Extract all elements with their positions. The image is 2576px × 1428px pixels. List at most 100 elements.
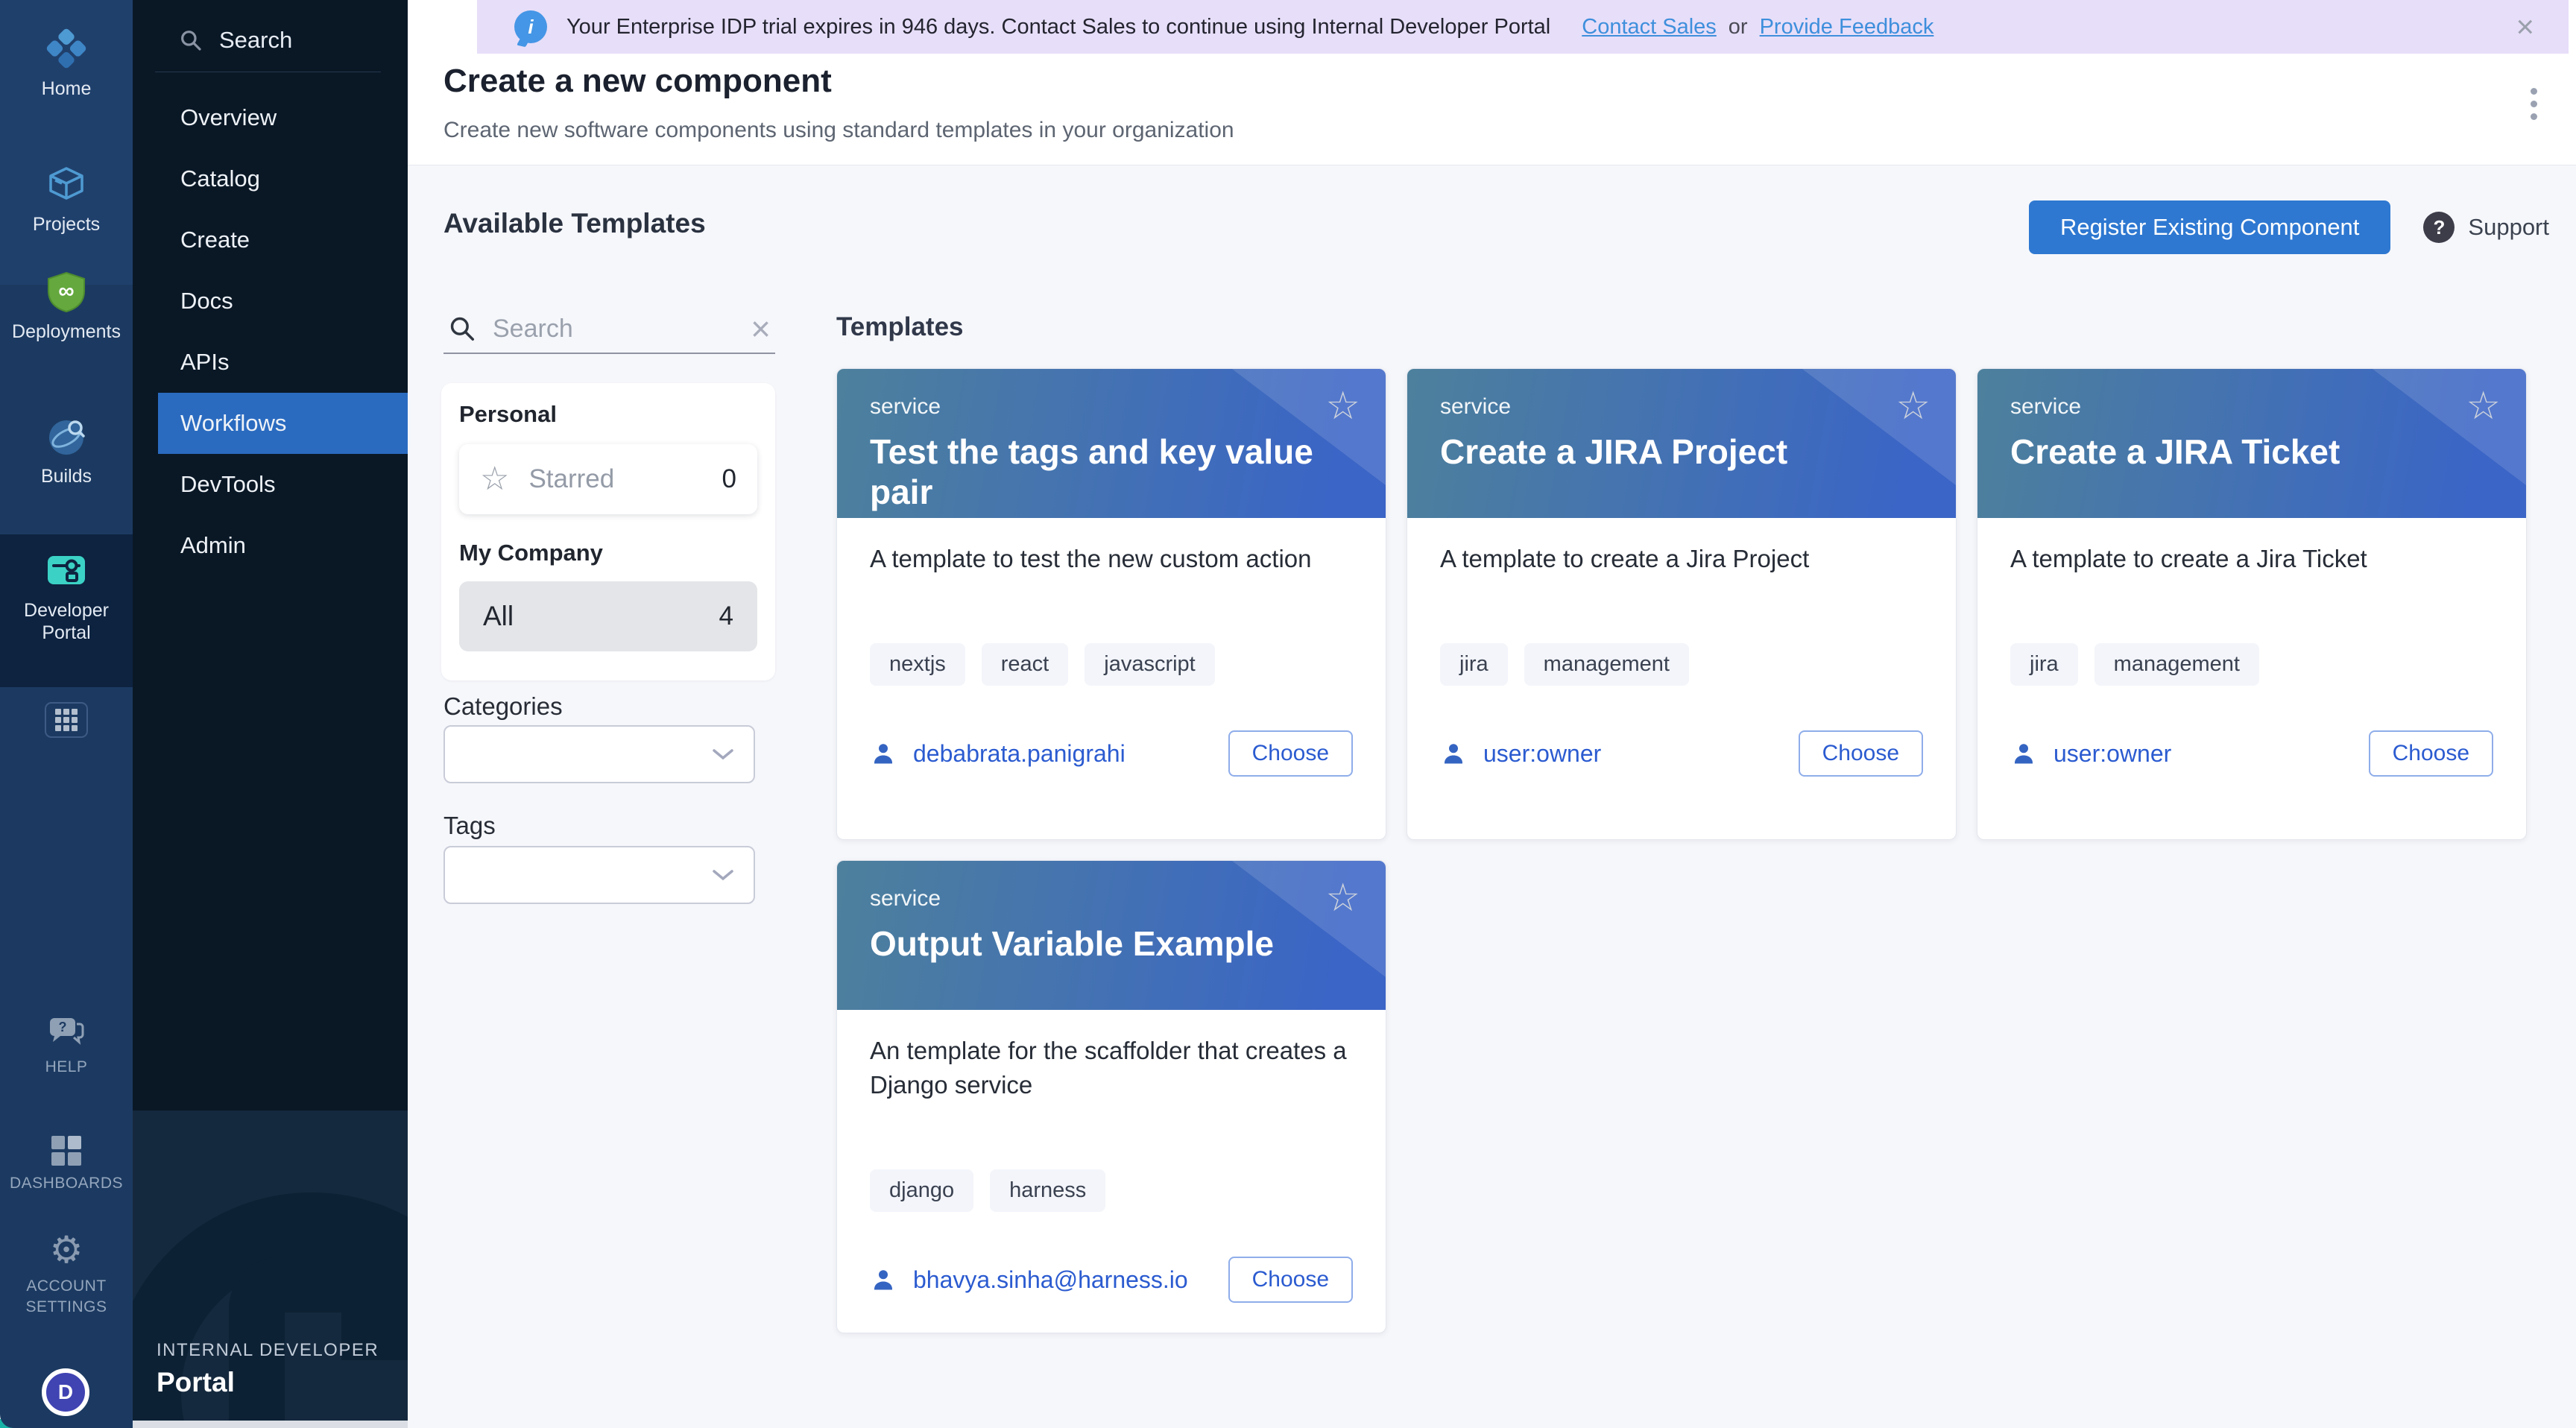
tag-chip: jira: [1440, 643, 1508, 686]
star-icon[interactable]: ☆: [1325, 879, 1360, 917]
tag-chip: management: [1524, 643, 1689, 686]
tag-chip: harness: [990, 1169, 1105, 1212]
template-card: service Output Variable Example ☆ An tem…: [836, 860, 1386, 1333]
register-existing-component-button[interactable]: Register Existing Component: [2029, 200, 2390, 254]
search-clear-icon[interactable]: ×: [751, 312, 771, 346]
card-type: service: [1440, 394, 1923, 420]
section-title: Available Templates: [443, 208, 706, 239]
provide-feedback-link[interactable]: Provide Feedback: [1760, 15, 1934, 40]
home-icon: [45, 27, 88, 70]
card-tags: nextjs react javascript: [870, 643, 1353, 686]
person-icon: [2010, 740, 2037, 767]
banner-message: Your Enterprise IDP trial expires in 946…: [566, 15, 1550, 40]
light-bottom-strip: [133, 1421, 408, 1428]
toolbar: Register Existing Component ? Support: [2029, 200, 2549, 254]
card-header: service Create a JIRA Ticket ☆: [1977, 369, 2526, 518]
choose-button[interactable]: Choose: [2369, 730, 2493, 777]
tags-dropdown[interactable]: [443, 846, 755, 904]
card-title: Create a JIRA Project: [1440, 432, 1923, 472]
rail-label-dashboards: DASHBOARDS: [7, 1173, 126, 1194]
sidebar-item-docs[interactable]: Docs: [133, 271, 408, 332]
starred-label: Starred: [528, 464, 614, 494]
choose-button[interactable]: Choose: [1228, 1257, 1353, 1303]
content-area: Available Templates Register Existing Co…: [408, 166, 2576, 1428]
dashboards-icon: [51, 1136, 81, 1166]
gear-icon: ⚙: [50, 1231, 83, 1269]
card-description: An template for the scaffolder that crea…: [870, 1034, 1353, 1102]
person-icon: [870, 1266, 897, 1293]
rail-item-builds[interactable]: Builds: [0, 414, 133, 487]
brand-line-1: INTERNAL DEVELOPER: [157, 1340, 379, 1361]
user-avatar[interactable]: D: [42, 1368, 89, 1416]
starred-count: 0: [722, 464, 736, 494]
sidebar-item-apis[interactable]: APIs: [133, 332, 408, 393]
page-title: Create a new component: [443, 63, 832, 100]
rail-label-home: Home: [7, 78, 126, 100]
help-chat-icon: ?: [47, 1015, 86, 1049]
rail-item-home[interactable]: Home: [0, 27, 133, 100]
contact-sales-link[interactable]: Contact Sales: [1582, 15, 1717, 40]
sidebar-search[interactable]: Search: [179, 19, 381, 61]
module-rail: Home Projects ∞ Deployments: [0, 0, 133, 1428]
svg-text:?: ?: [59, 1020, 67, 1034]
kebab-menu-icon[interactable]: [2531, 88, 2537, 120]
card-type: service: [870, 886, 1353, 912]
star-icon[interactable]: ☆: [1895, 387, 1931, 426]
card-footer: bhavya.sinha@harness.io Choose: [870, 1257, 1353, 1303]
card-footer: user:owner Choose: [1440, 730, 1923, 777]
sidebar-item-overview[interactable]: Overview: [133, 87, 408, 148]
card-owner-link[interactable]: user:owner: [2053, 740, 2171, 768]
star-icon[interactable]: ☆: [2466, 387, 2501, 426]
card-type: service: [2010, 394, 2493, 420]
card-owner-link[interactable]: debabrata.panigrahi: [913, 740, 1126, 768]
rail-label-developer-portal: Developer Portal: [7, 599, 126, 644]
sidebar-item-workflows[interactable]: Workflows: [158, 393, 408, 454]
tag-chip: jira: [2010, 643, 2078, 686]
template-search-input[interactable]: [493, 315, 734, 344]
page-subtitle: Create new software components using sta…: [443, 118, 1234, 143]
card-title: Create a JIRA Ticket: [2010, 432, 2493, 472]
card-owner-link[interactable]: user:owner: [1483, 740, 1601, 768]
sidebar-item-devtools[interactable]: DevTools: [133, 454, 408, 515]
person-icon: [1440, 740, 1467, 767]
rail-item-dashboards[interactable]: DASHBOARDS: [0, 1136, 133, 1194]
template-card: service Test the tags and key value pair…: [836, 368, 1386, 840]
sidebar-brand: INTERNAL DEVELOPER Portal: [157, 1340, 379, 1398]
banner-close-icon[interactable]: ×: [2516, 11, 2534, 42]
filter-card: Personal ☆ Starred 0 My Company All 4: [441, 383, 775, 680]
sidebar-item-catalog[interactable]: Catalog: [133, 148, 408, 209]
rail-item-account-settings[interactable]: ⚙ ACCOUNT SETTINGS: [0, 1231, 133, 1318]
all-filter[interactable]: All 4: [459, 581, 757, 651]
sidebar-item-create[interactable]: Create: [133, 209, 408, 271]
templates-heading: Templates: [836, 312, 964, 342]
chevron-down-icon: [712, 748, 734, 761]
starred-filter[interactable]: ☆ Starred 0: [459, 444, 757, 514]
rail-item-developer-portal[interactable]: Developer Portal: [0, 549, 133, 644]
card-header: service Test the tags and key value pair…: [837, 369, 1386, 518]
card-tags: django harness: [870, 1169, 1353, 1212]
choose-button[interactable]: Choose: [1799, 730, 1923, 777]
star-icon[interactable]: ☆: [1325, 387, 1360, 426]
rail-item-help[interactable]: ? HELP: [0, 1015, 133, 1078]
card-footer: user:owner Choose: [2010, 730, 2493, 777]
builds-icon: [45, 414, 88, 458]
module-apps-button[interactable]: [45, 702, 88, 738]
card-title: Output Variable Example: [870, 923, 1353, 964]
card-description: A template to create a Jira Project: [1440, 542, 1923, 576]
card-header: service Output Variable Example ☆: [837, 861, 1386, 1010]
rail-item-projects[interactable]: Projects: [0, 162, 133, 236]
categories-dropdown[interactable]: [443, 725, 755, 783]
sidebar-item-admin[interactable]: Admin: [133, 515, 408, 576]
card-tags: jira management: [2010, 643, 2493, 686]
card-owner-link[interactable]: bhavya.sinha@harness.io: [913, 1266, 1188, 1294]
support-button[interactable]: ? Support: [2423, 212, 2549, 243]
card-footer: debabrata.panigrahi Choose: [870, 730, 1353, 777]
choose-button[interactable]: Choose: [1228, 730, 1353, 777]
template-card: service Create a JIRA Ticket ☆ A templat…: [1977, 368, 2527, 840]
rail-item-deployments[interactable]: ∞ Deployments: [0, 270, 133, 343]
page-header: i Your Enterprise IDP trial expires in 9…: [408, 0, 2576, 165]
template-cards-grid: service Test the tags and key value pair…: [836, 368, 2527, 1333]
person-icon: [870, 740, 897, 767]
all-label: All: [483, 601, 514, 632]
question-mark-icon: ?: [2423, 212, 2455, 243]
